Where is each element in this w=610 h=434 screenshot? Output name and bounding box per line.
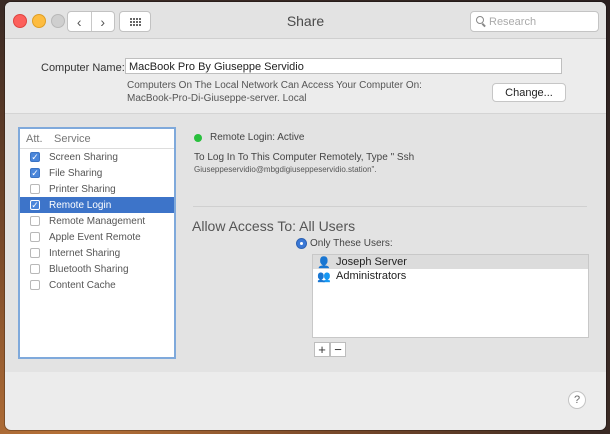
service-checkbox[interactable] — [30, 248, 40, 258]
service-row[interactable]: Bluetooth Sharing — [20, 261, 174, 277]
user-name: Joseph Server — [336, 256, 407, 268]
computer-name-input[interactable]: MacBook Pro By Giuseppe Servidio — [125, 58, 562, 74]
users-list: 👤 Joseph Server 👥 Administrators — [312, 254, 589, 338]
service-checkbox[interactable] — [30, 280, 40, 290]
service-row[interactable]: ✓ Remote Login — [20, 197, 174, 213]
service-row[interactable]: Printer Sharing — [20, 181, 174, 197]
status-indicator-icon — [194, 134, 202, 142]
computer-name-section: Computer Name: MacBook Pro By Giuseppe S… — [5, 39, 606, 114]
user-row[interactable]: 👤 Joseph Server — [313, 255, 588, 269]
group-icon: 👥 — [317, 270, 331, 283]
service-label: Remote Login — [49, 199, 112, 211]
service-label: Apple Event Remote — [49, 231, 141, 243]
preferences-window: ‹ › Share Research Computer Name: MacBoo… — [5, 2, 606, 430]
header-service[interactable]: Service — [54, 133, 91, 145]
add-user-button[interactable]: + — [314, 342, 330, 357]
service-label: File Sharing — [49, 167, 103, 179]
computer-name-label: Computer Name: — [41, 62, 125, 74]
service-row[interactable]: Apple Event Remote — [20, 229, 174, 245]
help-button[interactable]: ? — [568, 391, 586, 409]
service-row[interactable]: Content Cache — [20, 277, 174, 293]
service-label: Internet Sharing — [49, 247, 121, 259]
service-checkbox[interactable]: ✓ — [30, 168, 40, 178]
service-label: Bluetooth Sharing — [49, 263, 129, 275]
service-row[interactable]: Internet Sharing — [20, 245, 174, 261]
local-hostname-text: MacBook-Pro-Di-Giuseppe-server. Local — [127, 93, 307, 104]
only-these-users-radio[interactable] — [296, 238, 307, 249]
ssh-address: Giuseppeservidio@mbgdigiuseppeservidio.s… — [194, 165, 377, 174]
service-checkbox[interactable] — [30, 184, 40, 194]
network-info-text: Computers On The Local Network Can Acces… — [127, 80, 422, 91]
service-row[interactable]: ✓ Screen Sharing — [20, 149, 174, 165]
service-checkbox[interactable]: ✓ — [30, 152, 40, 162]
title-bar: ‹ › Share Research — [5, 2, 606, 39]
search-icon — [476, 16, 487, 27]
service-label: Content Cache — [49, 279, 116, 291]
change-button[interactable]: Change... — [492, 83, 566, 102]
header-att[interactable]: Att. — [20, 133, 54, 145]
divider — [193, 206, 587, 207]
service-label: Screen Sharing — [49, 151, 118, 163]
search-field[interactable]: Research — [470, 11, 599, 32]
service-checkbox[interactable] — [30, 216, 40, 226]
search-placeholder: Research — [489, 15, 537, 28]
only-these-users-label[interactable]: Only These Users: — [310, 238, 393, 249]
login-instruction: To Log In To This Computer Remotely, Typ… — [194, 152, 415, 163]
service-checkbox[interactable] — [30, 232, 40, 242]
user-icon: 👤 — [317, 256, 331, 269]
service-row[interactable]: Remote Management — [20, 213, 174, 229]
sharing-body: Att. Service ✓ Screen Sharing ✓ File Sharin… — [5, 114, 606, 372]
service-row[interactable]: ✓ File Sharing — [20, 165, 174, 181]
services-list: Att. Service ✓ Screen Sharing ✓ File Sharin… — [18, 127, 176, 359]
service-checkbox[interactable] — [30, 264, 40, 274]
user-row[interactable]: 👥 Administrators — [313, 269, 588, 283]
allow-access-label: Allow Access To: All Users — [192, 218, 356, 234]
status-text: Remote Login: Active — [210, 132, 305, 143]
service-checkbox[interactable]: ✓ — [30, 200, 40, 210]
user-name: Administrators — [336, 270, 407, 282]
remove-user-button[interactable]: − — [330, 342, 346, 357]
services-header: Att. Service — [20, 129, 174, 149]
service-label: Printer Sharing — [49, 183, 116, 195]
service-label: Remote Management — [49, 215, 146, 227]
